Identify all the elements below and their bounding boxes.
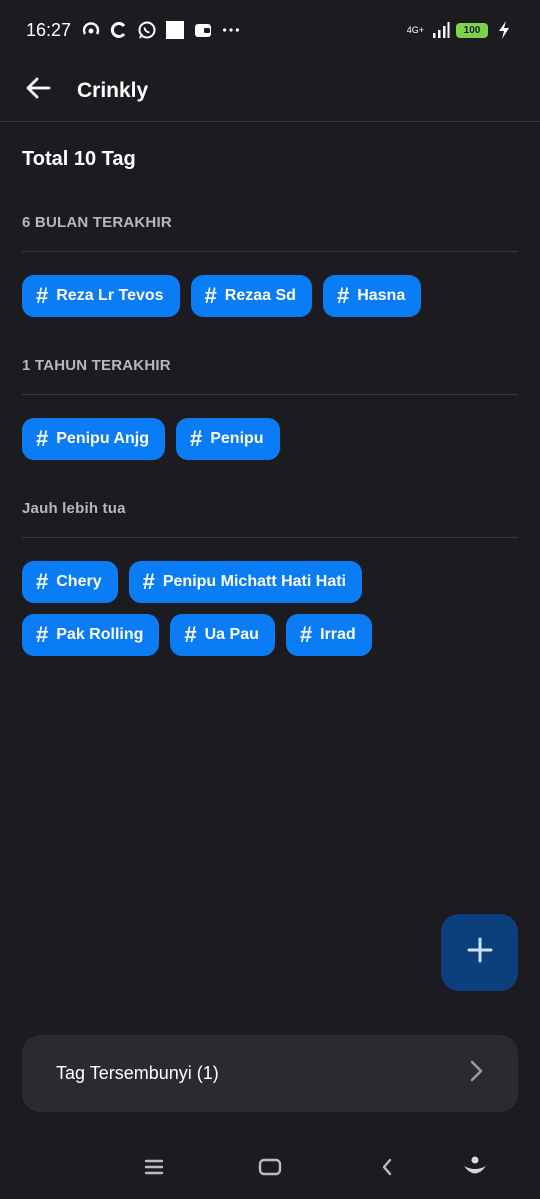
hidden-tags-label: Tag Tersembunyi (1) xyxy=(56,1063,219,1083)
tag-row: # Chery # Penipu Michatt Hati Hati xyxy=(22,561,362,603)
wallet-icon xyxy=(193,20,213,40)
tag-chip[interactable]: # Hasna xyxy=(322,275,422,317)
chevron-left-icon xyxy=(380,1157,394,1182)
battery-indicator: 100 xyxy=(456,22,488,38)
hashtag-icon: # xyxy=(36,569,49,594)
signal-icon xyxy=(430,20,450,40)
tag-chip[interactable]: # Rezaa Sd xyxy=(190,275,312,317)
hashtag-icon: # xyxy=(184,622,197,647)
status-time: 16:27 xyxy=(26,19,72,40)
tag-chip[interactable]: # Irrad xyxy=(285,614,372,656)
tag-row: # Reza Lr Tevos # Rezaa Sd # Hasna xyxy=(22,275,422,317)
assistant-button[interactable] xyxy=(455,1150,495,1190)
back-button[interactable] xyxy=(18,71,58,111)
back-nav-button[interactable] xyxy=(367,1150,407,1190)
tag-chip[interactable]: # Penipu Anjg xyxy=(22,418,165,460)
whatsapp-icon xyxy=(137,20,157,40)
hashtag-icon: # xyxy=(36,426,49,451)
section-label-6-months: 6 BULAN TERAKHIR xyxy=(22,214,172,231)
tag-chip[interactable]: # Pak Rolling xyxy=(22,614,160,656)
hashtag-icon: # xyxy=(142,569,155,594)
hidden-tags-button[interactable]: Tag Tersembunyi (1) xyxy=(22,1035,518,1112)
recent-apps-button[interactable] xyxy=(134,1150,174,1190)
divider xyxy=(22,537,518,538)
hashtag-icon: # xyxy=(336,283,350,308)
section-label-1-year: 1 TAHUN TERAKHIR xyxy=(22,357,171,374)
arrow-left-icon xyxy=(25,75,51,106)
system-nav-bar xyxy=(0,1140,540,1199)
network-type: 4G+ xyxy=(406,24,424,35)
tag-chip[interactable]: # Reza Lr Tevos xyxy=(22,275,180,317)
home-icon xyxy=(258,1158,282,1181)
tag-chip[interactable]: # Penipu Michatt Hati Hati xyxy=(128,561,362,603)
section-label-older: Jauh lebih tua xyxy=(22,500,126,517)
status-bar: 16:27 4G+ 100 xyxy=(0,0,540,60)
more-notifications-icon xyxy=(221,20,241,40)
home-button[interactable] xyxy=(250,1150,290,1190)
plus-icon xyxy=(466,936,494,969)
hotspot-icon xyxy=(81,20,101,40)
divider xyxy=(22,251,518,252)
hashtag-icon: # xyxy=(36,283,49,308)
tag-chip[interactable]: # Penipu xyxy=(175,418,280,460)
chevron-right-icon xyxy=(468,1059,484,1088)
divider xyxy=(22,394,518,395)
tag-chip[interactable]: # Ua Pau xyxy=(170,614,275,656)
assistant-icon xyxy=(462,1155,488,1184)
app-bar: Crinkly xyxy=(0,60,540,122)
hashtag-icon: # xyxy=(189,426,203,451)
square-notification-icon xyxy=(165,20,185,40)
hashtag-icon: # xyxy=(36,622,49,647)
total-tag-count: Total 10 Tag xyxy=(22,148,136,170)
hashtag-icon: # xyxy=(204,283,217,308)
tag-chip[interactable]: # Chery xyxy=(22,561,118,603)
c-app-icon xyxy=(109,20,129,40)
tag-row: # Penipu Anjg # Penipu xyxy=(22,418,280,460)
page-title: Crinkly xyxy=(77,78,149,102)
tag-row: # Pak Rolling # Ua Pau # Irrad xyxy=(22,614,372,656)
charging-icon xyxy=(494,20,514,40)
menu-icon xyxy=(144,1158,164,1181)
hashtag-icon: # xyxy=(299,622,313,647)
add-tag-button[interactable] xyxy=(441,914,518,991)
